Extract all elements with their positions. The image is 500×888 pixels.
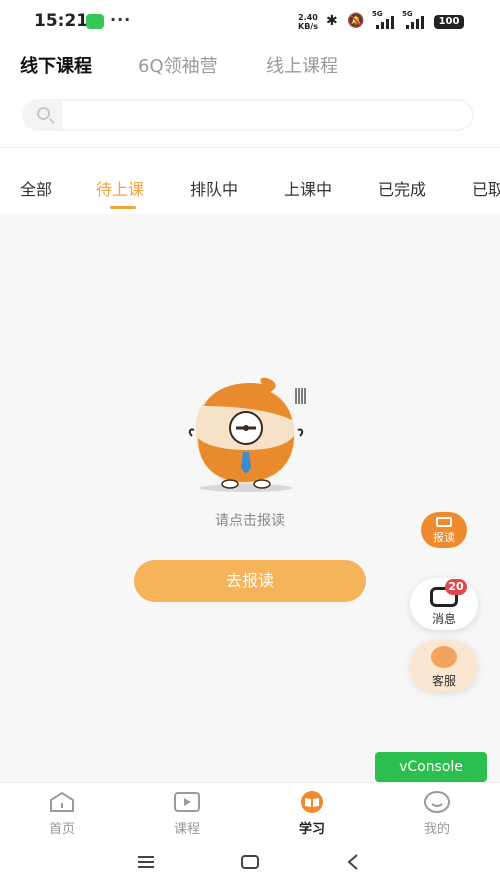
empty-state-mascot-illustration	[188, 377, 306, 492]
system-navigation-bar	[0, 838, 500, 888]
bottom-navigation: 首页 课程 学习 我的	[0, 782, 500, 839]
tab-online-courses[interactable]: 线上课程	[266, 52, 338, 78]
nav-courses[interactable]: 课程	[137, 783, 237, 839]
go-enroll-button[interactable]: 去报读	[134, 560, 366, 602]
customer-service-fab-button[interactable]: 客服	[410, 640, 478, 692]
smile-icon	[424, 791, 450, 813]
signal-strength-icon	[376, 15, 400, 29]
nav-home-label: 首页	[48, 822, 75, 837]
more-notifications-icon: ···	[110, 10, 132, 29]
battery-indicator: 100	[434, 15, 464, 29]
subtab-in-class[interactable]: 上课中	[284, 176, 332, 200]
network-speed: 2.40 KB/s	[298, 13, 318, 31]
search-icon	[37, 107, 50, 120]
subtab-completed[interactable]: 已完成	[378, 176, 426, 200]
subtab-queuing[interactable]: 排队中	[190, 176, 238, 200]
tab-offline-courses[interactable]: 线下课程	[20, 52, 92, 78]
message-fab-label: 消息	[431, 612, 456, 626]
header-divider	[0, 147, 500, 148]
signal-strength-icon-2	[406, 15, 430, 29]
nav-study[interactable]: 学习	[262, 783, 362, 839]
book-icon	[301, 791, 323, 813]
message-count-badge: 20	[445, 579, 467, 595]
subtab-upcoming[interactable]: 待上课	[96, 176, 144, 200]
menu-icon[interactable]	[136, 854, 156, 870]
nav-mine-label: 我的	[423, 822, 450, 837]
nav-home[interactable]: 首页	[12, 783, 112, 839]
bluetooth-icon: ✱	[326, 13, 338, 29]
search-input[interactable]	[62, 101, 472, 129]
customer-service-avatar-icon	[431, 646, 457, 668]
tab-6q-leader-camp[interactable]: 6Q领袖营	[138, 52, 218, 78]
home-square-icon[interactable]	[240, 854, 260, 870]
wechat-notification-icon	[86, 14, 104, 29]
back-icon[interactable]	[346, 853, 360, 871]
report-fab-label: 报读	[433, 531, 455, 544]
active-tab-indicator	[110, 206, 136, 209]
nav-courses-label: 课程	[173, 822, 200, 837]
vconsole-button[interactable]: vConsole	[375, 752, 487, 782]
subtab-cancelled[interactable]: 已取	[472, 176, 500, 200]
status-time: 15:21	[34, 11, 89, 31]
ticket-icon	[436, 517, 452, 527]
report-fab-button[interactable]: 报读	[421, 512, 467, 548]
video-icon	[174, 792, 200, 812]
nav-study-label: 学习	[298, 822, 325, 837]
subtab-all[interactable]: 全部	[20, 176, 52, 200]
customer-service-label: 客服	[431, 674, 456, 688]
mute-icon: 🔕	[347, 13, 365, 29]
home-icon	[50, 791, 74, 812]
message-fab-button[interactable]: 消息	[410, 578, 478, 630]
nav-mine[interactable]: 我的	[387, 783, 487, 839]
